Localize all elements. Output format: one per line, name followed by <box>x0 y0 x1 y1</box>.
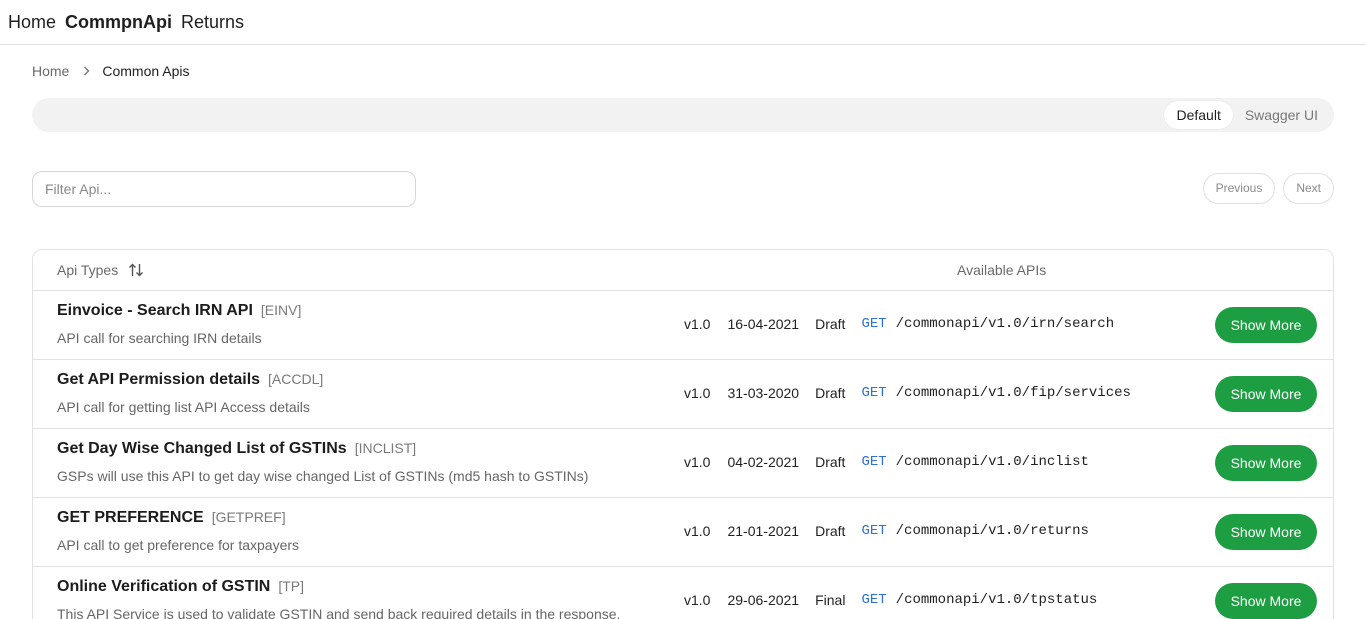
view-option-swagger[interactable]: Swagger UI <box>1233 101 1330 129</box>
api-method: GET <box>861 592 887 608</box>
api-version: v1.0 <box>684 523 711 539</box>
nav-commpnapi[interactable]: CommpnApi <box>65 12 172 33</box>
api-status: Draft <box>815 385 846 401</box>
api-date: 04-02-2021 <box>727 454 800 470</box>
api-method: GET <box>861 523 887 539</box>
view-toggle-bar: Default Swagger UI <box>32 98 1334 132</box>
next-button[interactable]: Next <box>1283 173 1334 204</box>
api-status: Draft <box>815 523 846 539</box>
api-method: GET <box>861 316 887 332</box>
api-code: [INCLIST] <box>354 440 417 456</box>
api-method: GET <box>861 454 887 470</box>
api-code: [TP] <box>278 578 305 594</box>
view-option-default[interactable]: Default <box>1164 101 1233 129</box>
show-more-button[interactable]: Show More <box>1215 583 1317 619</box>
api-path: /commonapi/v1.0/returns <box>895 523 1089 539</box>
show-more-button[interactable]: Show More <box>1215 445 1317 481</box>
api-description: API call to get preference for taxpayers <box>57 537 300 553</box>
header-api-types-label: Api Types <box>57 262 119 278</box>
api-version: v1.0 <box>684 592 711 608</box>
api-method: GET <box>861 385 887 401</box>
breadcrumb-current: Common Apis <box>102 63 190 79</box>
show-more-button[interactable]: Show More <box>1215 307 1317 343</box>
table-row: Online Verification of GSTIN [TP] This AP… <box>33 567 1333 619</box>
api-path: /commonapi/v1.0/irn/search <box>895 316 1115 332</box>
api-version: v1.0 <box>684 316 711 332</box>
table-row: Get API Permission details [ACCDL] API ca… <box>33 360 1333 429</box>
api-path: /commonapi/v1.0/inclist <box>895 454 1089 470</box>
api-table: Api Types Available APIs Einvoice - Sear… <box>32 249 1334 619</box>
api-date: 16-04-2021 <box>727 316 800 332</box>
filter-api-input[interactable] <box>32 171 416 207</box>
api-date: 31-03-2020 <box>727 385 800 401</box>
previous-button[interactable]: Previous <box>1202 173 1276 204</box>
header-api-types[interactable]: Api Types <box>57 262 144 278</box>
chevron-right-icon <box>83 66 90 76</box>
api-date: 21-01-2021 <box>727 523 800 539</box>
nav-returns[interactable]: Returns <box>181 12 244 33</box>
api-status: Final <box>815 592 846 608</box>
table-row: Get Day Wise Changed List of GSTINs [INCL… <box>33 429 1333 498</box>
table-header: Api Types Available APIs <box>33 250 1333 291</box>
api-status: Draft <box>815 454 846 470</box>
api-name: Get API Permission details <box>57 371 261 388</box>
pagination: Previous Next <box>1202 173 1334 204</box>
table-row: Einvoice - Search IRN API [EINV] API call… <box>33 291 1333 360</box>
api-date: 29-06-2021 <box>727 592 800 608</box>
show-more-button[interactable]: Show More <box>1215 514 1317 550</box>
api-description: GSPs will use this API to get day wise c… <box>57 468 589 484</box>
api-name: Online Verification of GSTIN <box>57 578 271 595</box>
api-name: Einvoice - Search IRN API <box>57 302 253 319</box>
api-version: v1.0 <box>684 385 711 401</box>
api-path: /commonapi/v1.0/tpstatus <box>895 592 1098 608</box>
show-more-button[interactable]: Show More <box>1215 376 1317 412</box>
api-name: GET PREFERENCE <box>57 509 204 526</box>
api-path: /commonapi/v1.0/fip/services <box>895 385 1131 401</box>
top-nav: Home CommpnApi Returns <box>0 0 1366 45</box>
sort-icon[interactable] <box>128 263 144 277</box>
table-row: GET PREFERENCE [GETPREF] API call to get … <box>33 498 1333 567</box>
breadcrumb-home[interactable]: Home <box>32 63 69 79</box>
api-name: Get Day Wise Changed List of GSTINs <box>57 440 347 457</box>
api-description: This API Service is used to validate GST… <box>57 606 621 619</box>
api-code: [ACCDL] <box>268 371 324 387</box>
api-description: API call for searching IRN details <box>57 330 262 346</box>
api-status: Draft <box>815 316 846 332</box>
breadcrumb: Home Common Apis <box>32 62 190 80</box>
nav-home[interactable]: Home <box>8 12 56 33</box>
view-toggle: Default Swagger UI <box>1164 101 1330 129</box>
api-code: [EINV] <box>260 302 302 318</box>
api-description: API call for getting list API Access det… <box>57 399 310 415</box>
header-available-apis: Available APIs <box>957 262 1047 278</box>
api-code: [GETPREF] <box>211 509 286 525</box>
api-version: v1.0 <box>684 454 711 470</box>
